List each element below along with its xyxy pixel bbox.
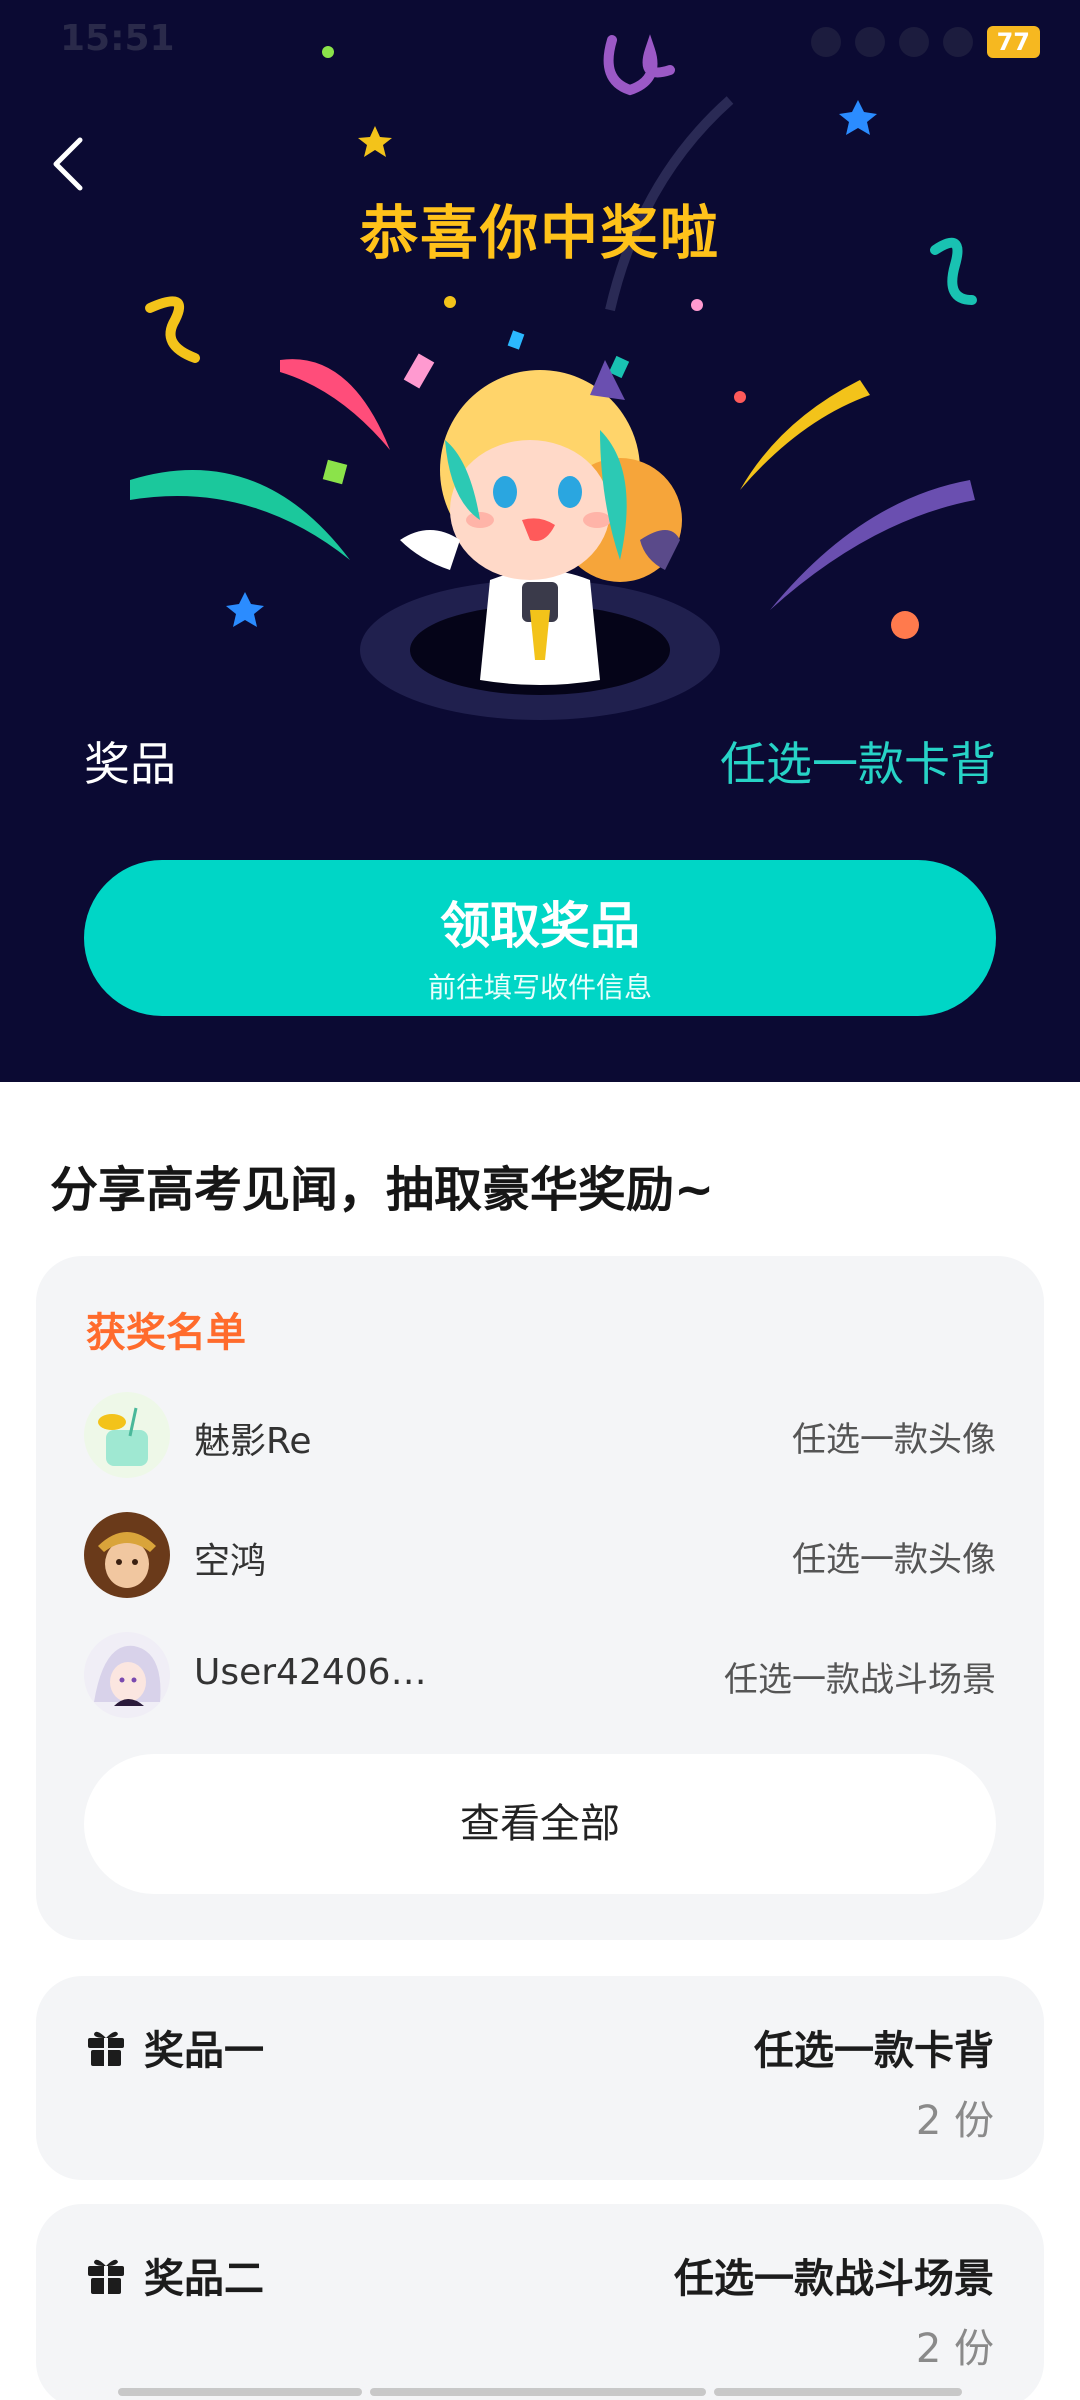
gold-star xyxy=(358,126,392,157)
page-indicator-segment xyxy=(714,2388,962,2396)
winners-heading: 获奖名单 xyxy=(86,1310,246,1356)
confetti-mascot-illustration xyxy=(130,34,977,720)
red-dot xyxy=(734,391,746,403)
congrats-title: 恭喜你中奖啦 xyxy=(359,199,720,267)
winner-prize: 任选一款战斗场景 xyxy=(724,1660,996,1700)
prize-item: 任选一款战斗场景 xyxy=(674,2256,994,2302)
prize-name: 奖品二 xyxy=(144,2256,264,2302)
blue-star-left xyxy=(226,592,264,627)
prize-item: 任选一款卡背 xyxy=(754,2028,994,2074)
pink-confetti xyxy=(403,353,435,389)
prize-quantity: 2 份 xyxy=(915,2326,994,2372)
orange-dot xyxy=(891,611,919,639)
prize-value: 任选一款卡背 xyxy=(720,737,996,791)
page-indicator-segment xyxy=(118,2388,362,2396)
mascot-blush-right xyxy=(583,512,611,528)
claim-button-subtitle: 前往填写收件信息 xyxy=(427,971,652,1004)
page-indicator-segment xyxy=(370,2388,706,2396)
pink-dot xyxy=(691,299,703,311)
gift-icon xyxy=(88,2259,124,2294)
purple-squiggle xyxy=(603,34,675,96)
celebration-banner: 15:51 77 恭喜你中奖啦 奖品 任选一款卡背 领取奖品 前往填写收件信息 xyxy=(0,0,1080,1082)
winner-name: 魅影Re xyxy=(194,1421,312,1462)
winner-row: 空鸿 任选一款头像 xyxy=(84,1512,996,1600)
winner-prize: 任选一款头像 xyxy=(792,1540,996,1580)
winner-name: 空鸿 xyxy=(194,1541,267,1582)
prize-quantity: 2 份 xyxy=(915,2098,994,2144)
prize-name: 奖品一 xyxy=(144,2028,264,2074)
winner-row: User42406… 任选一款战斗场景 xyxy=(84,1632,996,1720)
winner-row: 魅影Re 任选一款头像 xyxy=(84,1392,996,1480)
section-title: 分享高考见闻，抽取豪华奖励~ xyxy=(50,1162,715,1218)
purple-streamer xyxy=(770,480,975,610)
mascot-eye-right xyxy=(558,476,582,508)
avatar-silver-hair-icon xyxy=(84,1632,170,1718)
winners-list-card: 获奖名单 魅影Re 任选一款头像 空鸿 任选一款头像 User42406… 任选… xyxy=(36,1256,1044,1940)
prize-label: 奖品 xyxy=(84,737,176,791)
claim-prize-button[interactable]: 领取奖品 前往填写收件信息 xyxy=(84,860,996,1016)
yellow-squiggle xyxy=(145,296,200,363)
mascot-eye-left xyxy=(493,476,517,508)
avatar xyxy=(84,1512,170,1598)
yellow-streamer xyxy=(740,380,870,490)
green-confetti xyxy=(322,459,348,485)
avatar xyxy=(84,1392,170,1478)
prize-card: 奖品二 任选一款战斗场景 2 份 xyxy=(36,2204,1044,2400)
avatar-green-drink-icon xyxy=(84,1392,170,1478)
pink-streamer xyxy=(280,359,390,450)
avatar-monkey-king-icon xyxy=(84,1512,170,1598)
winner-prize: 任选一款头像 xyxy=(792,1420,996,1460)
prize-card: 奖品一 任选一款卡背 2 份 xyxy=(36,1976,1044,2180)
green-dot xyxy=(322,46,334,58)
yellow-dot xyxy=(444,296,456,308)
blue-confetti xyxy=(507,330,525,350)
avatar xyxy=(84,1632,170,1718)
claim-button-title: 领取奖品 xyxy=(440,897,640,955)
blue-star-top xyxy=(839,100,877,135)
green-streamer xyxy=(130,470,350,560)
winner-name: User42406… xyxy=(194,1652,427,1693)
gift-icon xyxy=(88,2031,124,2066)
page-indicator xyxy=(118,2388,962,2396)
mascot-hand-left xyxy=(400,530,460,570)
view-all-button[interactable]: 查看全部 xyxy=(84,1754,996,1894)
